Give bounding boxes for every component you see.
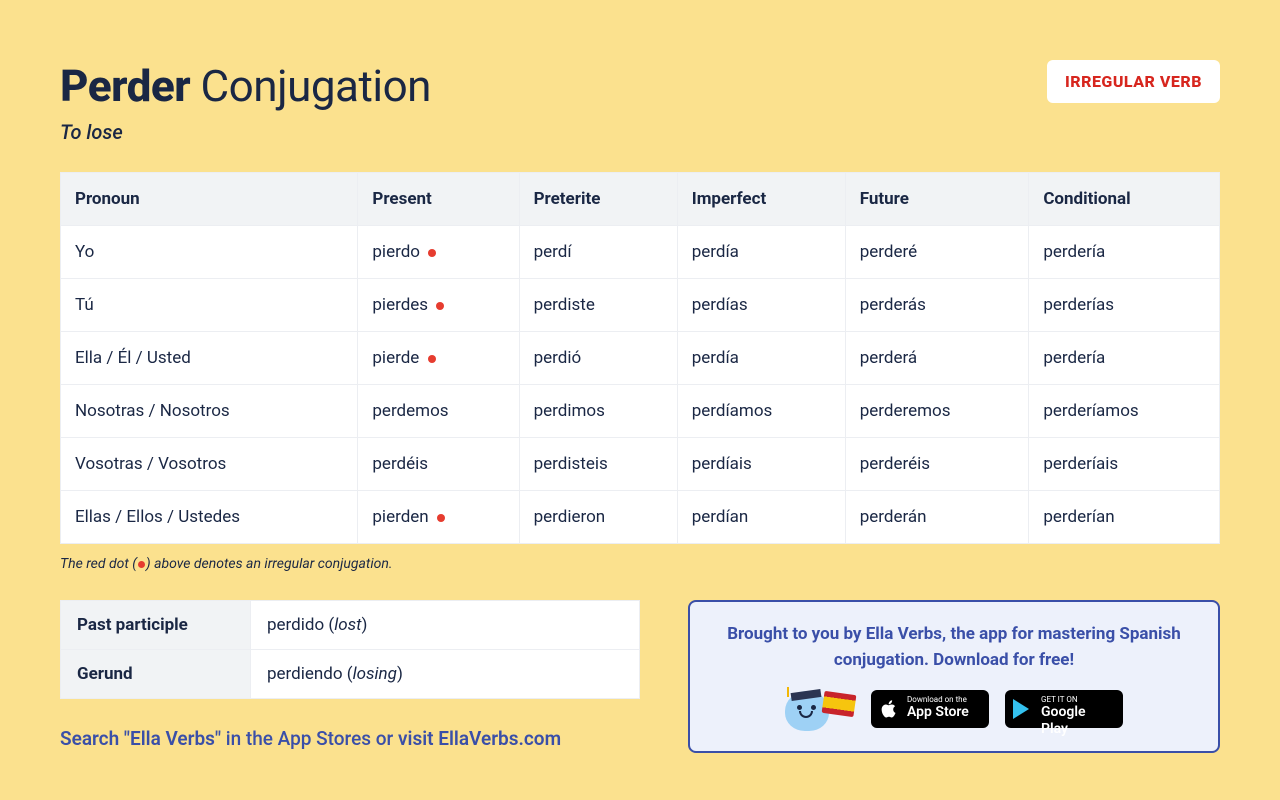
irregular-dot-icon bbox=[428, 355, 436, 363]
conjugation-cell: perdisteis bbox=[519, 438, 677, 491]
irregular-dot-icon bbox=[428, 249, 436, 257]
conjugation-cell: perdíamos bbox=[677, 385, 845, 438]
column-header: Present bbox=[358, 173, 519, 226]
google-play-badge[interactable]: GET IT ON Google Play bbox=[1005, 690, 1123, 728]
conjugation-cell: perdían bbox=[677, 491, 845, 544]
table-row: Ellas / Ellos / Ustedespierden perdieron… bbox=[61, 491, 1220, 544]
irregular-dot-icon bbox=[436, 302, 444, 310]
column-header: Imperfect bbox=[677, 173, 845, 226]
app-store-badge[interactable]: Download on the App Store bbox=[871, 690, 989, 728]
conjugation-cell: pierdo bbox=[358, 226, 519, 279]
pronoun-cell: Tú bbox=[61, 279, 358, 332]
column-header: Conditional bbox=[1029, 173, 1220, 226]
past-participle-value: perdido (lost) bbox=[251, 601, 640, 650]
conjugation-cell: perdió bbox=[519, 332, 677, 385]
gerund-label: Gerund bbox=[61, 650, 251, 699]
column-header: Pronoun bbox=[61, 173, 358, 226]
conjugation-cell: perdíais bbox=[677, 438, 845, 491]
conjugation-cell: perderías bbox=[1029, 279, 1220, 332]
column-header: Future bbox=[845, 173, 1029, 226]
conjugation-cell: perderá bbox=[845, 332, 1029, 385]
footnote: The red dot () above denotes an irregula… bbox=[60, 556, 1220, 572]
past-participle-label: Past participle bbox=[61, 601, 251, 650]
pronoun-cell: Nosotras / Nosotros bbox=[61, 385, 358, 438]
conjugation-table: PronounPresentPreteriteImperfectFutureCo… bbox=[60, 172, 1220, 544]
conjugation-cell: pierden bbox=[358, 491, 519, 544]
conjugation-cell: perdía bbox=[677, 332, 845, 385]
verb-translation: To lose bbox=[60, 120, 431, 144]
pronoun-cell: Ella / Él / Usted bbox=[61, 332, 358, 385]
google-play-icon bbox=[1013, 699, 1029, 719]
conjugation-cell: perdéis bbox=[358, 438, 519, 491]
search-line: Search "Ella Verbs" in the App Stores or… bbox=[60, 727, 640, 750]
apple-icon bbox=[879, 699, 899, 719]
conjugation-cell: perdiste bbox=[519, 279, 677, 332]
pronoun-cell: Yo bbox=[61, 226, 358, 279]
irregular-badge: IRREGULAR VERB bbox=[1047, 60, 1220, 103]
table-row: Túpierdes perdiste perdías perderás perd… bbox=[61, 279, 1220, 332]
red-dot-icon bbox=[138, 561, 145, 568]
promo-text: Brought to you by Ella Verbs, the app fo… bbox=[714, 622, 1194, 673]
conjugation-cell: perdería bbox=[1029, 332, 1220, 385]
gerund-value: perdiendo (losing) bbox=[251, 650, 640, 699]
conjugation-cell: perdería bbox=[1029, 226, 1220, 279]
conjugation-cell: perdí bbox=[519, 226, 677, 279]
pronoun-cell: Vosotras / Vosotros bbox=[61, 438, 358, 491]
conjugation-cell: perdía bbox=[677, 226, 845, 279]
verb-name: Perder bbox=[60, 60, 190, 112]
conjugation-cell: pierde bbox=[358, 332, 519, 385]
conjugation-cell: pierdes bbox=[358, 279, 519, 332]
conjugation-cell: perderéis bbox=[845, 438, 1029, 491]
table-row: Ella / Él / Ustedpierde perdió perdía pe… bbox=[61, 332, 1220, 385]
column-header: Preterite bbox=[519, 173, 677, 226]
irregular-dot-icon bbox=[437, 514, 445, 522]
conjugation-cell: perdimos bbox=[519, 385, 677, 438]
conjugation-cell: perdieron bbox=[519, 491, 677, 544]
pronoun-cell: Ellas / Ellos / Ustedes bbox=[61, 491, 358, 544]
conjugation-cell: perderás bbox=[845, 279, 1029, 332]
conjugation-cell: perdías bbox=[677, 279, 845, 332]
table-row: Yopierdo perdí perdía perderé perdería bbox=[61, 226, 1220, 279]
table-row: Vosotras / Vosotrosperdéis perdisteis pe… bbox=[61, 438, 1220, 491]
title-suffix: Conjugation bbox=[201, 60, 431, 112]
conjugation-cell: perderán bbox=[845, 491, 1029, 544]
forms-table: Past participle perdido (lost) Gerund pe… bbox=[60, 600, 640, 699]
conjugation-cell: perderíais bbox=[1029, 438, 1220, 491]
promo-box: Brought to you by Ella Verbs, the app fo… bbox=[688, 600, 1220, 753]
page-title: Perder Conjugation bbox=[60, 60, 431, 112]
conjugation-cell: perderemos bbox=[845, 385, 1029, 438]
conjugation-cell: perdemos bbox=[358, 385, 519, 438]
conjugation-cell: perderían bbox=[1029, 491, 1220, 544]
conjugation-cell: perderé bbox=[845, 226, 1029, 279]
table-row: Nosotras / Nosotrosperdemos perdimos per… bbox=[61, 385, 1220, 438]
mascot-icon bbox=[785, 687, 855, 731]
conjugation-cell: perderíamos bbox=[1029, 385, 1220, 438]
